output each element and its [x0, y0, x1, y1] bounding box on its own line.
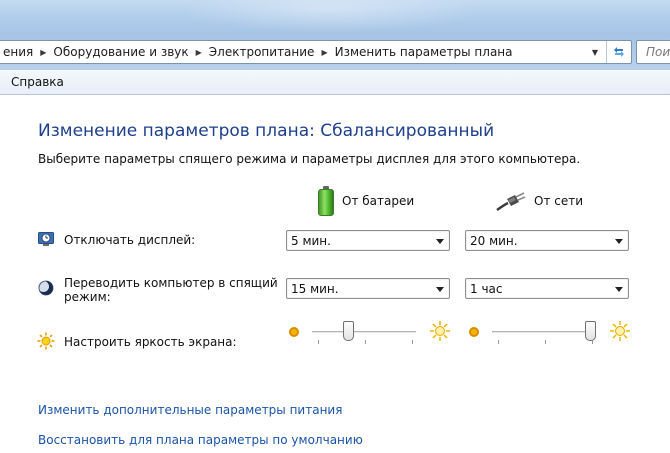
breadcrumb-item-edit-plan[interactable]: Изменить параметры плана — [332, 45, 516, 59]
chevron-down-icon — [436, 287, 444, 292]
column-header-ac: От сети — [496, 186, 583, 216]
search-input[interactable]: Поис — [636, 40, 670, 64]
slider-track[interactable] — [312, 331, 416, 334]
page-title: Изменение параметров плана: Сбалансирова… — [38, 121, 495, 141]
breadcrumb-item-power-options[interactable]: Электропитание — [206, 45, 318, 59]
breadcrumb-item-hardware-partial[interactable]: ения — [0, 45, 36, 59]
bright-sun-icon — [430, 321, 450, 341]
select-value: 20 мин. — [470, 234, 518, 248]
column-header-battery: От батареи — [318, 186, 414, 216]
slider-thumb[interactable] — [342, 321, 354, 341]
column-label-ac: От сети — [534, 194, 584, 208]
window-title-bar — [0, 0, 670, 33]
slider-thumb[interactable] — [585, 321, 596, 341]
moon-icon — [38, 280, 54, 296]
sleep-battery-select[interactable]: 15 мин. — [286, 278, 450, 299]
link-restore-defaults[interactable]: Восстановить для плана параметры по умол… — [38, 433, 363, 447]
chevron-down-icon — [615, 287, 623, 292]
display-off-ac-select[interactable]: 20 мин. — [465, 230, 629, 251]
breadcrumb-separator-icon[interactable]: ▶ — [192, 48, 206, 57]
setting-label-sleep-line2: режим: — [64, 290, 111, 304]
refresh-arrows-icon — [614, 47, 624, 57]
brightness-ac-slider[interactable] — [469, 320, 631, 350]
refresh-icon[interactable] — [606, 41, 631, 63]
menu-bar: Справка — [0, 70, 670, 95]
chevron-down-icon — [615, 239, 623, 244]
select-value: 5 мин. — [291, 234, 331, 248]
breadcrumb-separator-icon[interactable]: ▶ — [317, 48, 331, 57]
address-bar[interactable]: ения ▶ Оборудование и звук ▶ Электропита… — [0, 40, 632, 64]
page-subtitle: Выберите параметры спящего режима и пара… — [38, 152, 581, 166]
column-label-battery: От батареи — [342, 194, 415, 208]
setting-label-display-off: Отключать дисплей: — [64, 233, 196, 247]
power-plug-icon — [496, 192, 526, 211]
bright-sun-icon — [610, 321, 630, 341]
breadcrumb-item-hardware-sound[interactable]: Оборудование и звук — [50, 45, 191, 59]
link-advanced-power-settings[interactable]: Изменить дополнительные параметры питани… — [38, 403, 342, 417]
address-history-dropdown[interactable]: ▼ — [584, 41, 606, 63]
slider-track[interactable] — [492, 331, 596, 334]
battery-icon — [318, 186, 334, 216]
dim-sun-icon — [289, 327, 299, 337]
select-value: 1 час — [470, 282, 503, 296]
brightness-battery-slider[interactable] — [289, 320, 451, 350]
main-content: Изменение параметров плана: Сбалансирова… — [0, 96, 670, 453]
breadcrumb: ения ▶ Оборудование и звук ▶ Электропита… — [0, 44, 516, 60]
setting-label-sleep-line1: Переводить компьютер в спящий — [64, 276, 278, 290]
display-off-battery-select[interactable]: 5 мин. — [286, 230, 450, 251]
sun-icon — [37, 332, 55, 350]
breadcrumb-separator-icon[interactable]: ▶ — [36, 48, 50, 57]
select-value: 15 мин. — [291, 282, 339, 296]
search-placeholder: Поис — [646, 45, 670, 59]
setting-label-brightness: Настроить яркость экрана: — [64, 335, 237, 349]
display-clock-icon — [38, 232, 54, 246]
sleep-ac-select[interactable]: 1 час — [465, 278, 629, 299]
menu-item-help[interactable]: Справка — [11, 75, 64, 89]
chevron-down-icon — [436, 239, 444, 244]
dim-sun-icon — [469, 327, 479, 337]
